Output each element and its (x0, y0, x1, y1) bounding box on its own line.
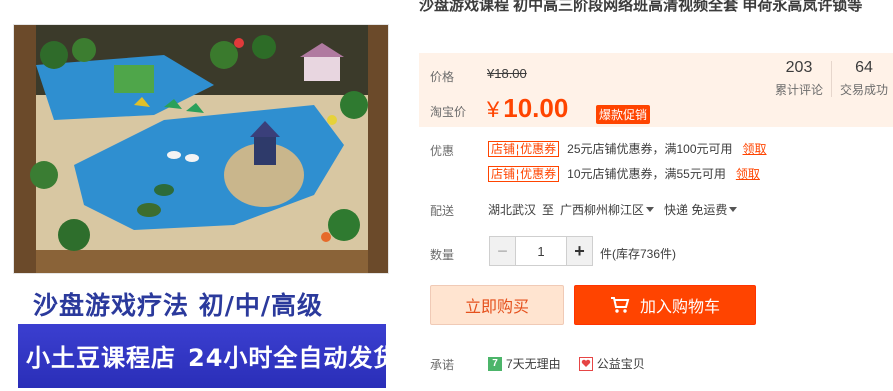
chevron-down-icon[interactable] (729, 207, 738, 212)
quantity-decrease-button[interactable]: − (489, 236, 516, 266)
coupon-item: 店铺¦优惠券 10元店铺优惠券，满55元可用 领取 (488, 165, 760, 182)
coupon-tag: 店铺¦优惠券 (488, 165, 560, 182)
seven-day-return-text[interactable]: 7天无理由 (506, 355, 561, 372)
sand-tray-scene (14, 25, 388, 273)
stat-reviews[interactable]: 203 累计评论 (771, 59, 827, 98)
original-price-label: 价格 (430, 70, 455, 84)
product-title: 沙盘游戏课程 初中高三阶段网络班高清视频全套 申荷永高岚许锁等 (419, 0, 863, 14)
quantity-input[interactable]: 1 (516, 236, 566, 266)
stat-divider (831, 61, 832, 97)
heart-icon (578, 356, 593, 371)
ship-from: 湖北武汉 (488, 203, 537, 217)
claim-coupon-link[interactable]: 领取 (743, 140, 767, 157)
shipping-label: 配送 (430, 204, 455, 218)
product-image[interactable] (13, 24, 389, 274)
buy-now-button[interactable]: 立即购买 (430, 285, 564, 325)
cart-icon (610, 297, 630, 313)
coupon-label: 优惠 (430, 144, 455, 158)
banner-shop-name: 小土豆课程店 (26, 344, 176, 372)
current-price: ¥10.00 (487, 93, 568, 124)
add-to-cart-button[interactable]: 加入购物车 (574, 285, 756, 325)
promo-banner: 沙盘游戏疗法 初/中/高级 小土豆课程店 24小时全自动发货 (13, 280, 397, 391)
shipping-method-select[interactable]: 快递 免运费 (664, 201, 727, 218)
charity-item-text[interactable]: 公益宝贝 (597, 355, 645, 372)
quantity-increase-button[interactable]: + (566, 236, 593, 266)
banner-auto-delivery: 24小时全自动发货 (188, 344, 399, 372)
claim-coupon-link[interactable]: 领取 (736, 165, 760, 182)
taobao-price-label: 淘宝价 (430, 105, 467, 119)
banner-bar: 小土豆课程店 24小时全自动发货 (18, 324, 397, 388)
price-panel: 价格 ¥18.00 淘宝价 ¥10.00 爆款促销 203 累计评论 64 交易… (419, 53, 893, 127)
coupon-tag: 店铺¦优惠券 (488, 140, 560, 157)
stock-info: 件(库存736件) (600, 247, 677, 261)
seven-day-return-icon: 7 (488, 356, 502, 371)
stat-transactions[interactable]: 64 交易成功 (837, 59, 891, 98)
quantity-label: 数量 (430, 248, 455, 262)
coupon-text: 10元店铺优惠券，满55元可用 (567, 167, 726, 181)
transactions-count: 64 (855, 59, 873, 76)
quantity-stepper: − 1 + (489, 236, 593, 266)
promise-row: 7 7天无理由 公益宝贝 (488, 355, 645, 372)
reviews-count: 203 (785, 59, 813, 76)
banner-title: 沙盘游戏疗法 初/中/高级 (33, 291, 323, 320)
shipping-row: 湖北武汉 至 广西柳州柳江区 快递 免运费 (488, 201, 747, 218)
original-price: ¥18.00 (487, 66, 527, 81)
coupon-item: 店铺¦优惠券 25元店铺优惠券，满100元可用 领取 (488, 140, 767, 157)
ship-to-word: 至 (542, 203, 555, 217)
coupon-text: 25元店铺优惠券，满100元可用 (567, 142, 733, 156)
reviews-label: 累计评论 (774, 83, 823, 97)
current-price-value: 10.00 (503, 93, 569, 123)
add-to-cart-label: 加入购物车 (639, 299, 720, 316)
chevron-down-icon[interactable] (646, 207, 655, 212)
promise-label: 承诺 (430, 358, 455, 372)
currency-symbol: ¥ (487, 97, 500, 122)
destination-select[interactable]: 广西柳州柳江区 (560, 201, 644, 218)
hot-sale-badge: 爆款促销 (596, 105, 651, 124)
transactions-label: 交易成功 (839, 83, 888, 97)
